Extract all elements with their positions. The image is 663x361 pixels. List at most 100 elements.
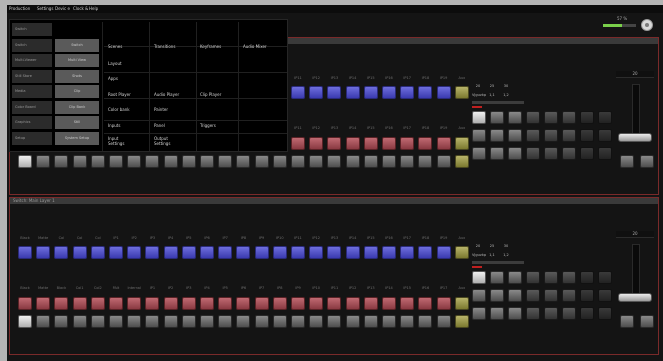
transition-button[interactable] <box>544 289 558 302</box>
transition-button[interactable] <box>544 129 558 142</box>
menu-option-root-player[interactable]: Root Player <box>108 92 131 97</box>
menu-option-triggers[interactable]: Triggers <box>200 123 216 128</box>
key-source-button[interactable] <box>163 315 178 328</box>
menu-settings[interactable]: Settings <box>37 5 53 13</box>
preview-source-button[interactable] <box>436 297 451 310</box>
key-source-button[interactable] <box>382 155 396 168</box>
preview-source-button[interactable] <box>454 297 469 310</box>
key-source-button[interactable] <box>254 155 269 168</box>
menu-option-color-bank[interactable]: Color bank <box>108 107 130 112</box>
menu-category-row[interactable]: Switch Switch <box>10 38 100 53</box>
key-source-button[interactable] <box>436 315 451 328</box>
program-source-button[interactable] <box>72 246 87 259</box>
key-source-button[interactable] <box>309 155 324 168</box>
preview-source-button[interactable] <box>254 297 269 310</box>
preview-source-button[interactable] <box>181 297 196 310</box>
menu-category-selection[interactable]: System Setup <box>55 131 99 145</box>
transition-button[interactable] <box>562 111 576 124</box>
transition-button[interactable] <box>508 289 522 302</box>
preview-source-button[interactable] <box>454 137 469 150</box>
transition-button[interactable] <box>562 147 576 160</box>
key-source-button[interactable] <box>291 155 305 168</box>
key-source-button[interactable] <box>345 315 360 328</box>
key-source-button[interactable] <box>127 315 142 328</box>
menu-category-name[interactable]: Graphics <box>12 116 52 129</box>
key-source-button[interactable] <box>454 315 469 328</box>
key-source-button[interactable] <box>145 315 160 328</box>
transition-button[interactable] <box>508 111 522 124</box>
menu-category-row[interactable]: Setup System Setup <box>10 131 100 146</box>
menu-production[interactable]: Production <box>9 5 30 13</box>
preview-source-button[interactable] <box>218 297 233 310</box>
preview-source-button[interactable] <box>309 137 324 150</box>
menu-option-panel[interactable]: Panel <box>154 123 165 128</box>
transition-button[interactable] <box>508 307 522 320</box>
preview-source-button[interactable] <box>418 137 433 150</box>
menu-category-selection[interactable]: Still <box>55 116 99 129</box>
menu-category-name[interactable]: Color Board <box>12 100 52 114</box>
transition-button[interactable] <box>598 307 612 320</box>
menu-option-input-settings[interactable]: Input Settings <box>108 136 124 146</box>
tbar-right-button[interactable] <box>640 315 654 328</box>
program-source-button[interactable] <box>291 86 305 99</box>
transition-button[interactable] <box>562 307 576 320</box>
key-source-button[interactable] <box>291 315 305 328</box>
transition-button[interactable] <box>490 129 504 142</box>
key-source-button[interactable] <box>382 315 396 328</box>
menu-category-name[interactable]: Switch <box>12 23 52 36</box>
transition-button[interactable] <box>544 111 558 124</box>
program-source-button[interactable] <box>382 246 396 259</box>
preview-source-button[interactable] <box>363 137 378 150</box>
key-source-button[interactable] <box>254 315 269 328</box>
program-source-button[interactable] <box>400 86 415 99</box>
transition-button[interactable] <box>490 307 504 320</box>
key-source-button[interactable] <box>36 315 51 328</box>
transition-button[interactable] <box>472 271 486 284</box>
transition-button[interactable] <box>562 129 576 142</box>
key-source-button[interactable] <box>218 155 233 168</box>
tbar-handle[interactable] <box>618 293 652 302</box>
key-source-button[interactable] <box>200 155 214 168</box>
menu-category-name[interactable]: Multi-Viewer <box>12 54 52 67</box>
program-source-button[interactable] <box>436 86 451 99</box>
transition-button[interactable] <box>472 147 486 160</box>
program-source-button[interactable] <box>382 86 396 99</box>
program-source-button[interactable] <box>200 246 214 259</box>
preview-source-button[interactable] <box>345 297 360 310</box>
preview-source-button[interactable] <box>36 297 51 310</box>
program-source-button[interactable] <box>309 86 324 99</box>
preview-source-button[interactable] <box>109 297 123 310</box>
menu-category-row[interactable]: Media Clip <box>10 84 100 99</box>
menu-category-row[interactable]: Multi-Viewer Multi View <box>10 53 100 68</box>
key-source-button[interactable] <box>181 315 196 328</box>
menu-clock[interactable]: Clock & <box>73 5 88 13</box>
key-source-button[interactable] <box>18 155 32 168</box>
tbar-left-button[interactable] <box>620 315 634 328</box>
preview-source-button[interactable] <box>363 297 378 310</box>
preview-source-button[interactable] <box>145 297 160 310</box>
program-source-button[interactable] <box>291 246 305 259</box>
preview-source-button[interactable] <box>291 297 305 310</box>
menu-category-selection[interactable]: Switch <box>55 38 99 52</box>
transition-button[interactable] <box>526 271 540 284</box>
program-source-button[interactable] <box>436 246 451 259</box>
menu-category-name[interactable]: Still Store <box>12 69 52 83</box>
transition-button[interactable] <box>508 271 522 284</box>
preview-source-button[interactable] <box>382 137 396 150</box>
preview-source-button[interactable] <box>436 137 451 150</box>
program-source-button[interactable] <box>400 246 415 259</box>
transition-button[interactable] <box>490 111 504 124</box>
transition-button[interactable] <box>526 289 540 302</box>
key-source-button[interactable] <box>109 315 123 328</box>
key-source-button[interactable] <box>327 315 342 328</box>
preview-source-button[interactable] <box>345 137 360 150</box>
transition-button[interactable] <box>580 307 594 320</box>
key-source-button[interactable] <box>363 315 378 328</box>
transition-button[interactable] <box>544 147 558 160</box>
preview-source-button[interactable] <box>54 297 69 310</box>
key-source-button[interactable] <box>272 315 287 328</box>
preview-source-button[interactable] <box>400 297 415 310</box>
key-source-button[interactable] <box>236 155 251 168</box>
program-source-button[interactable] <box>363 246 378 259</box>
key-source-button[interactable] <box>454 155 469 168</box>
